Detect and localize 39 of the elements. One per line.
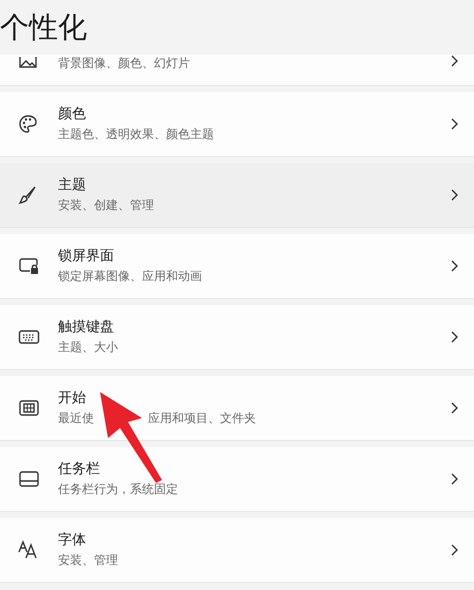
settings-item[interactable]: 任务栏 任务栏行为，系统固定 [0, 447, 474, 512]
chevron-right-icon [450, 118, 458, 130]
item-description: 应用和项目、文件夹 [148, 410, 256, 427]
keyboard-icon [18, 329, 40, 345]
chevron-right-icon [450, 402, 458, 414]
item-title: 颜色 [58, 105, 87, 123]
settings-item[interactable]: 锁屏界面 锁定屏幕图像、应用和动画 [0, 234, 474, 299]
chevron-right-icon [450, 260, 458, 272]
item-title: 锁屏界面 [58, 247, 115, 265]
item-title: 开始 [58, 389, 87, 407]
item-title: 任务栏 [58, 460, 101, 478]
item-description: 安装、创建、管理 [58, 197, 154, 214]
settings-item[interactable]: 背景图像、颜色、幻灯片 [0, 55, 474, 86]
palette-icon [18, 114, 38, 134]
chevron-right-icon [450, 55, 458, 67]
item-description: 安装、管理 [58, 552, 118, 569]
chevron-right-icon [450, 189, 458, 201]
start-menu-icon [18, 399, 40, 417]
item-description: 任务栏行为，系统固定 [58, 481, 178, 498]
item-title: 主题 [58, 176, 87, 194]
settings-item[interactable]: 开始 最近使 应用和项目、文件夹 [0, 376, 474, 441]
settings-item[interactable]: 触摸键盘 主题、大小 [0, 305, 474, 370]
taskbar-icon [18, 470, 40, 488]
brush-icon [18, 185, 38, 205]
item-description: 最近使 [58, 410, 94, 427]
chevron-right-icon [450, 473, 458, 485]
item-title: 触摸键盘 [58, 318, 115, 336]
item-title: 字体 [58, 531, 87, 549]
settings-item[interactable]: 主题 安装、创建、管理 [0, 163, 474, 228]
item-description: 主题色、透明效果、颜色主题 [58, 126, 214, 143]
item-description: 主题、大小 [58, 339, 118, 356]
chevron-right-icon [450, 544, 458, 556]
item-description: 锁定屏幕图像、应用和动画 [58, 268, 202, 285]
settings-item[interactable]: 颜色 主题色、透明效果、颜色主题 [0, 92, 474, 157]
page-title: 个性化 [0, 8, 87, 46]
lock-screen-icon [18, 257, 40, 275]
chevron-right-icon [450, 331, 458, 343]
settings-item[interactable]: 字体 安装、管理 [0, 518, 474, 583]
item-description: 背景图像、颜色、幻灯片 [58, 55, 190, 72]
